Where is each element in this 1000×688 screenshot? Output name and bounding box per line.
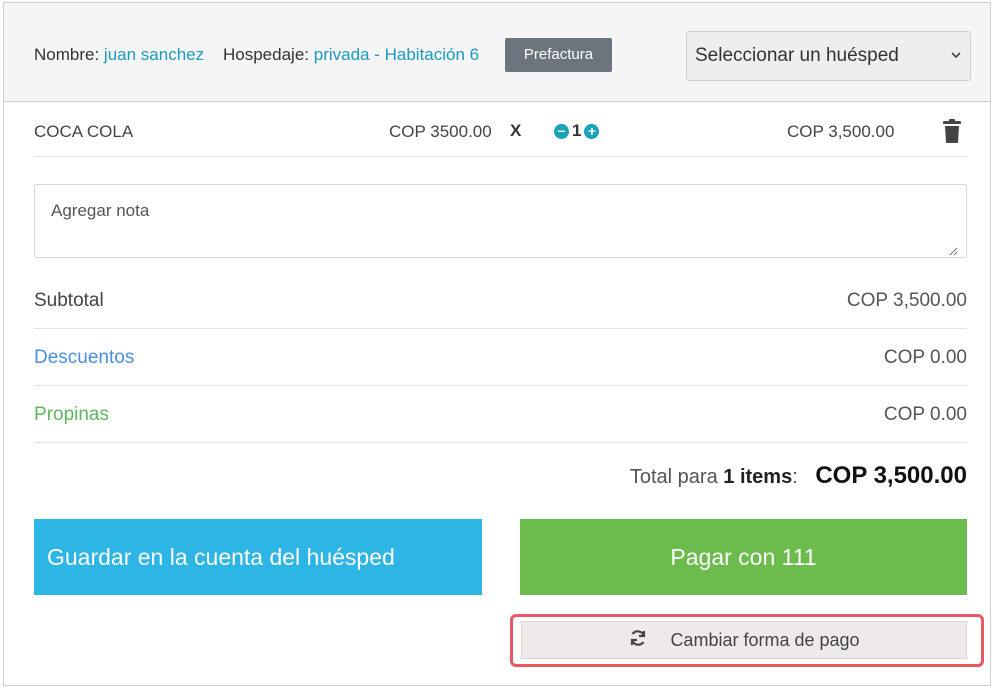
note-textarea[interactable]: Agregar nota bbox=[34, 184, 967, 258]
item-multiply-sign: X bbox=[510, 121, 522, 140]
subtotal-label: Subtotal bbox=[34, 290, 104, 311]
minus-circle-icon[interactable]: − bbox=[554, 123, 569, 139]
resize-grip-icon[interactable] bbox=[948, 241, 958, 256]
guest-name-link[interactable]: juan sanchez bbox=[104, 45, 204, 64]
order-header: Nombre: juan sanchez Hospedaje: privada … bbox=[4, 3, 990, 102]
lodging-label: Hospedaje: bbox=[223, 45, 310, 64]
item-total: COP 3,500.00 bbox=[787, 122, 895, 141]
save-to-guest-account-button[interactable]: Guardar en la cuenta del huésped bbox=[34, 519, 482, 595]
item-unit-price: COP 3500.00 bbox=[389, 122, 492, 141]
discounts-link[interactable]: Descuentos bbox=[34, 347, 134, 369]
note-placeholder: Agregar nota bbox=[51, 201, 150, 220]
change-payment-method-button[interactable]: Cambiar forma de pago bbox=[521, 621, 967, 659]
total-items-count: 1 items bbox=[723, 466, 793, 488]
change-payment-label: Cambiar forma de pago bbox=[670, 629, 860, 650]
pay-button[interactable]: Pagar con 111 bbox=[520, 519, 967, 595]
tips-link[interactable]: Propinas bbox=[34, 404, 109, 426]
plus-circle-icon[interactable]: + bbox=[584, 123, 600, 139]
discounts-row: Descuentos COP 0.00 bbox=[34, 329, 967, 386]
quantity-stepper: − 1 + bbox=[554, 121, 600, 141]
chevron-down-icon bbox=[950, 33, 962, 81]
lodging-link[interactable]: privada - Habitación 6 bbox=[314, 45, 479, 64]
lodging: Hospedaje: privada - Habitación 6 bbox=[223, 45, 479, 65]
order-item-row: COCA COLA COP 3500.00 X − 1 + COP 3,500.… bbox=[34, 105, 967, 157]
subtotal-row: Subtotal COP 3,500.00 bbox=[34, 272, 967, 329]
tips-value: COP 0.00 bbox=[883, 404, 967, 425]
guest-name: Nombre: juan sanchez bbox=[34, 45, 204, 65]
item-quantity: 1 bbox=[572, 121, 582, 140]
guest-name-label: Nombre: bbox=[34, 45, 100, 64]
refresh-icon bbox=[628, 628, 648, 653]
item-name: COCA COLA bbox=[34, 122, 134, 141]
tips-row: Propinas COP 0.00 bbox=[34, 386, 967, 443]
order-total: Total para 1 items: COP 3,500.00 bbox=[630, 462, 967, 490]
discounts-value: COP 0.00 bbox=[883, 347, 967, 368]
total-amount: COP 3,500.00 bbox=[815, 462, 967, 489]
prefactura-button[interactable]: Prefactura bbox=[505, 38, 612, 72]
guest-select-value: Seleccionar un huésped bbox=[695, 45, 899, 66]
total-colon: : bbox=[792, 466, 798, 488]
trash-icon[interactable] bbox=[942, 118, 962, 144]
guest-select[interactable]: Seleccionar un huésped bbox=[686, 31, 971, 81]
subtotal-value: COP 3,500.00 bbox=[846, 290, 967, 311]
total-prefix: Total para bbox=[629, 466, 718, 488]
